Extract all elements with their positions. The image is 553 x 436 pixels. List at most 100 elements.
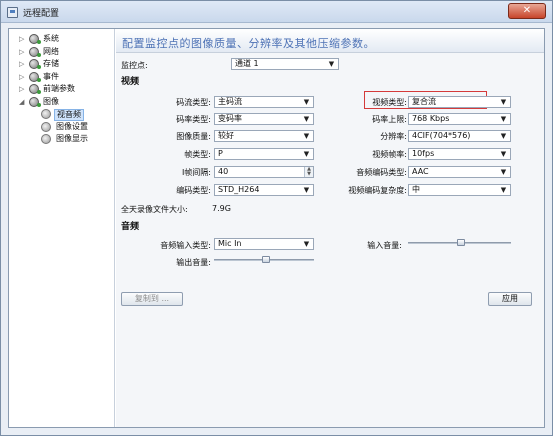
nav-tree: ▷ 系统 ▷ 网络 ▷ 存储 ▷ 事件 ▷ 前端参数 ◢ 图像 视音频 图像设置… — [9, 29, 115, 427]
node-icon — [29, 84, 41, 94]
encoding-complexity-select[interactable]: 中 ▼ — [408, 184, 511, 196]
title-bar: 远程配置 ✕ — [1, 1, 552, 23]
encoding-type-label: 编码类型: — [176, 186, 211, 195]
chevron-down-icon: ▼ — [500, 98, 507, 106]
leaf-icon — [41, 121, 51, 132]
input-volume-label: 输入音量: — [367, 241, 402, 250]
bitrate-limit-label: 码率上限: — [372, 115, 407, 124]
tree-item-event[interactable]: ▷ 事件 — [9, 71, 114, 84]
file-size-label: 全天录像文件大小: — [121, 205, 188, 214]
chevron-down-icon: ▼ — [500, 168, 507, 176]
input-volume-slider[interactable] — [408, 238, 511, 248]
chevron-down-icon: ▼ — [303, 132, 310, 140]
audio-section-title: 音频 — [121, 222, 140, 232]
tree-item-label: 网络 — [43, 46, 59, 56]
bitrate-limit-select[interactable]: 768 Kbps ▼ — [408, 113, 511, 125]
tree-item-label: 前端参数 — [43, 84, 75, 93]
monitor-label: 监控点: — [121, 61, 148, 70]
select-value: 变码率 — [218, 114, 242, 123]
chevron-down-icon: ▼ — [303, 98, 310, 106]
select-value: 中 — [412, 185, 420, 194]
select-value: AAC — [412, 167, 429, 176]
expand-icon[interactable]: ▷ — [19, 85, 26, 94]
frame-rate-label: 视频帧率: — [372, 150, 407, 159]
select-value: 768 Kbps — [412, 114, 450, 123]
bitrate-type-label: 码率类型: — [176, 115, 211, 124]
audio-encoding-label: 音频编码类型: — [356, 168, 407, 177]
video-type-select[interactable]: 复合流 ▼ — [408, 96, 511, 108]
tree-item-label: 图像显示 — [56, 134, 88, 143]
panel-header: 配置监控点的图像质量、分辨率及其他压缩参数。 — [116, 29, 544, 53]
stream-type-label: 码流类型: — [176, 98, 211, 107]
chevron-down-icon: ▼ — [303, 115, 310, 123]
select-value: STD_H264 — [218, 185, 260, 194]
frame-type-select[interactable]: P ▼ — [214, 148, 314, 160]
tree-item-network[interactable]: ▷ 网络 — [9, 46, 114, 59]
node-icon — [29, 71, 41, 82]
chevron-down-icon: ▼ — [328, 60, 335, 68]
tree-item-frontend-params[interactable]: ▷ 前端参数 — [9, 83, 114, 96]
expand-icon[interactable]: ▷ — [19, 35, 26, 44]
audio-input-type-select[interactable]: Mic In ▼ — [214, 238, 314, 250]
select-value: 通道 1 — [235, 59, 259, 68]
tree-item-label: 存储 — [43, 59, 59, 68]
header-description: 配置监控点的图像质量、分辨率及其他压缩参数。 — [122, 37, 375, 50]
chevron-down-icon: ▼ — [500, 186, 507, 194]
leaf-icon — [41, 109, 51, 119]
tree-item-label: 图像 — [43, 96, 59, 106]
tree-item-label: 视音频 — [54, 109, 84, 121]
app-icon — [7, 7, 18, 18]
output-volume-label: 输出音量: — [176, 258, 211, 267]
leaf-icon — [41, 134, 51, 144]
monitor-select[interactable]: 通道 1 ▼ — [231, 58, 339, 70]
copy-to-button[interactable]: 复制到 ... — [121, 292, 183, 306]
video-type-label: 视频类型: — [372, 98, 407, 107]
chevron-down-icon: ▼ — [500, 115, 507, 123]
chevron-down-icon: ▼ — [500, 132, 507, 140]
stream-type-select[interactable]: 主码流 ▼ — [214, 96, 314, 108]
slider-thumb[interactable] — [457, 239, 465, 246]
remote-config-window: 远程配置 ✕ ▷ 系统 ▷ 网络 ▷ 存储 ▷ 事件 ▷ 前端参数 ◢ 图像 视… — [0, 0, 553, 436]
tree-item-image-display[interactable]: 图像显示 — [9, 133, 114, 146]
frame-type-label: 帧类型: — [184, 150, 211, 159]
tree-item-storage[interactable]: ▷ 存储 — [9, 58, 114, 71]
content-frame: ▷ 系统 ▷ 网络 ▷ 存储 ▷ 事件 ▷ 前端参数 ◢ 图像 视音频 图像设置… — [8, 28, 545, 428]
expand-icon[interactable]: ▷ — [19, 73, 26, 82]
collapse-icon[interactable]: ◢ — [19, 98, 26, 107]
file-size-value: 7.9G — [212, 204, 231, 213]
close-button[interactable]: ✕ — [508, 3, 546, 19]
resolution-select[interactable]: 4CIF(704*576) ▼ — [408, 130, 511, 142]
tree-item-image-settings[interactable]: 图像设置 — [9, 121, 114, 134]
expand-icon[interactable]: ▷ — [19, 60, 26, 69]
select-value: 复合流 — [412, 97, 436, 106]
image-quality-select[interactable]: 较好 ▼ — [214, 130, 314, 142]
chevron-down-icon: ▼ — [303, 150, 310, 158]
node-icon — [29, 34, 41, 44]
settings-panel: 配置监控点的图像质量、分辨率及其他压缩参数。 监控点: 通道 1 ▼ 视频 码流… — [116, 29, 544, 427]
output-volume-slider[interactable] — [214, 255, 314, 265]
select-value: 较好 — [218, 131, 234, 140]
chevron-down-icon: ▼ — [303, 186, 310, 194]
spin-arrows-icon[interactable]: ▲ ▼ — [304, 167, 313, 177]
chevron-down-icon: ▼ — [303, 240, 310, 248]
iframe-interval-label: I帧间隔: — [181, 168, 211, 177]
audio-input-type-label: 音频输入类型: — [160, 241, 211, 250]
audio-encoding-select[interactable]: AAC ▼ — [408, 166, 511, 178]
iframe-interval-spinbox[interactable]: 40 ▲ ▼ — [214, 166, 314, 178]
tree-item-video-audio[interactable]: 视音频 — [9, 108, 114, 121]
tree-item-label: 图像设置 — [56, 121, 88, 131]
apply-button[interactable]: 应用 — [488, 292, 532, 306]
bitrate-type-select[interactable]: 变码率 ▼ — [214, 113, 314, 125]
slider-thumb[interactable] — [262, 256, 270, 263]
node-icon — [29, 96, 41, 107]
resolution-label: 分辨率: — [380, 132, 407, 141]
frame-rate-select[interactable]: 10fps ▼ — [408, 148, 511, 160]
encoding-type-select[interactable]: STD_H264 ▼ — [214, 184, 314, 196]
expand-icon[interactable]: ▷ — [19, 48, 26, 57]
node-icon — [29, 59, 41, 69]
tree-item-label: 系统 — [43, 34, 59, 43]
tree-item-image[interactable]: ◢ 图像 — [9, 96, 114, 109]
window-title: 远程配置 — [23, 9, 60, 19]
select-value: Mic In — [218, 239, 242, 248]
tree-item-system[interactable]: ▷ 系统 — [9, 33, 114, 46]
